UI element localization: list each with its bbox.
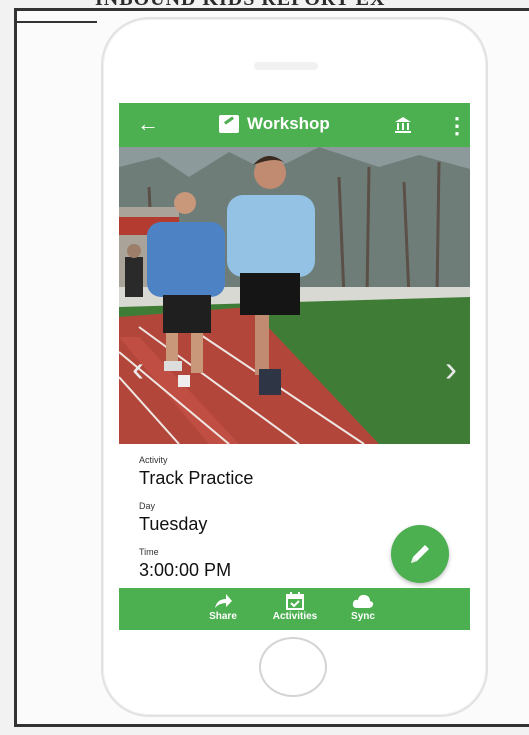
- frame-rule: [17, 21, 97, 23]
- day-value: Tuesday: [139, 514, 208, 534]
- calendar-check-icon: [286, 592, 304, 610]
- sync-tab[interactable]: Sync: [343, 592, 383, 622]
- sync-label: Sync: [351, 611, 375, 622]
- app-bar: ← Workshop ⋮: [119, 103, 470, 147]
- phone-home-button: [259, 637, 327, 697]
- edit-button[interactable]: [391, 525, 449, 583]
- activities-label: Activities: [272, 611, 318, 622]
- bank-icon[interactable]: [394, 116, 412, 134]
- activity-value: Track Practice: [139, 468, 254, 488]
- notepad-icon: [219, 115, 239, 133]
- activity-label: Activity: [139, 455, 168, 465]
- cloud-icon: [352, 594, 374, 608]
- bottom-nav: Share Activities Sync: [119, 588, 470, 630]
- app-title: Workshop: [247, 114, 330, 133]
- share-icon: [215, 594, 232, 608]
- share-tab[interactable]: Share: [203, 592, 243, 622]
- app-screen: ← Workshop ⋮ ‹ › Activity Track Practice…: [119, 103, 470, 630]
- day-label: Day: [139, 501, 156, 511]
- phone-speaker: [254, 62, 318, 70]
- photo-prev-button[interactable]: ‹: [125, 347, 151, 391]
- pencil-icon: [411, 545, 429, 563]
- more-vertical-icon[interactable]: ⋮: [446, 113, 468, 139]
- photo-next-button[interactable]: ›: [438, 347, 464, 391]
- activity-details: Activity Track Practice Day Tuesday Time…: [139, 455, 439, 593]
- activities-tab[interactable]: Activities: [265, 592, 325, 622]
- share-label: Share: [209, 611, 237, 622]
- activity-photo: ‹ ›: [119, 147, 470, 444]
- back-arrow-icon[interactable]: ←: [137, 111, 159, 137]
